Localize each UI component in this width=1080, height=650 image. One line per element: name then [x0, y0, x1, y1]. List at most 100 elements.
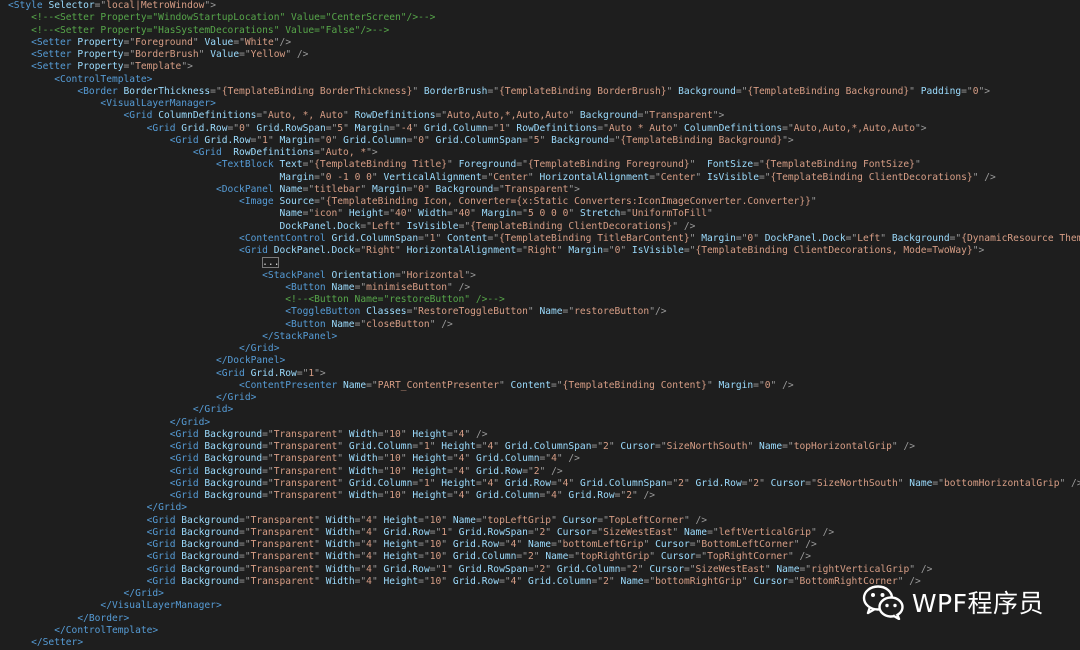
code-line[interactable]: ... [8, 257, 1080, 269]
xml-punctuation: =" [256, 110, 268, 122]
xml-attribute: Margin [568, 245, 604, 256]
code-line[interactable]: <Grid Background="Transparent" Grid.Colu… [8, 478, 1080, 490]
xml-punctuation: =" [516, 208, 528, 220]
xml-attribute: Grid.Column [475, 490, 540, 501]
xml-punctuation: " /> [285, 49, 309, 60]
code-line[interactable]: </DockPanel> [8, 355, 1080, 367]
code-line[interactable]: <VisualLayerManager> [8, 98, 1080, 110]
code-line[interactable]: <StackPanel Orientation="Horizontal"> [8, 270, 1080, 282]
code-line[interactable]: <Button Name="minimiseButton" /> [8, 282, 1080, 294]
xml-punctuation: " /> [972, 171, 996, 183]
code-line[interactable]: <Grid Background="Transparent" Width="4"… [8, 527, 1080, 539]
code-line[interactable]: <ControlTemplate> [8, 74, 1080, 86]
code-line[interactable]: </Grid> [8, 404, 1080, 416]
xml-attribute: Margin [279, 171, 315, 183]
code-line[interactable]: <!--<Setter Property="WindowStartupLocat… [8, 12, 1080, 24]
code-line[interactable]: <Grid Background="Transparent" Width="4"… [8, 539, 1080, 551]
xml-punctuation: =" [516, 245, 528, 256]
xml-value: Transparent [273, 465, 338, 477]
code-line[interactable]: <Grid Background="Transparent" Width="4"… [8, 564, 1080, 576]
xml-punctuation: =" [591, 441, 604, 452]
code-line[interactable]: </StackPanel> [8, 331, 1080, 343]
xml-value: SizeNorthSouth [816, 477, 898, 489]
code-line[interactable]: <Grid Background="Transparent" Width="10… [8, 453, 1080, 465]
xml-attribute: Cursor [770, 477, 806, 489]
xml-attribute: Orientation [331, 269, 396, 281]
xml-punctuation: " [608, 575, 621, 587]
xml-attribute: Background [678, 85, 736, 97]
xml-value: titlebar [314, 183, 361, 195]
code-line[interactable]: <Grid Background="Transparent" Width="10… [8, 466, 1080, 478]
code-line[interactable]: <Border BorderThickness="{TemplateBindin… [8, 86, 1080, 98]
xml-punctuation: " /> [811, 526, 835, 538]
code-view[interactable]: <Style Selector="local|MetroWindow"> <!-… [8, 0, 1080, 649]
xml-tag: <Button [285, 318, 332, 330]
code-line[interactable]: <ContentControl Grid.ColumnSpan="1" Cont… [8, 233, 1080, 245]
xml-value: Transparent [649, 110, 713, 122]
code-line[interactable]: <!--<Setter Property="HasSystemDecoratio… [8, 25, 1080, 37]
code-line[interactable]: <!--<Button Name="restoreButton" />--> [8, 294, 1080, 306]
code-line[interactable]: <Grid Background="Transparent" Grid.Colu… [8, 441, 1080, 453]
xml-tag: <Grid [169, 453, 205, 465]
xml-value: local|MetroWindow [106, 0, 205, 11]
xml-punctuation: " [371, 551, 384, 563]
xml-attribute: BorderBrush [423, 85, 488, 97]
code-line[interactable]: <Setter Property="BorderBrush" Value="Ye… [8, 49, 1080, 61]
code-line[interactable]: <Style Selector="local|MetroWindow"> [8, 0, 1080, 12]
code-line[interactable]: <Grid Background="Transparent" Width="4"… [8, 515, 1080, 527]
code-line[interactable]: <Grid Background="Transparent" Width="10… [8, 490, 1080, 502]
code-line[interactable]: <Grid DockPanel.Dock="Right" HorizontalA… [8, 245, 1080, 257]
xml-tag: <Border [77, 85, 124, 97]
code-line[interactable]: <Grid Grid.Row="0" Grid.RowSpan="5" Marg… [8, 123, 1080, 135]
code-line[interactable]: <ContentPresenter Name="PART_ContentPres… [8, 380, 1080, 392]
code-line[interactable]: <Image Source="{TemplateBinding Icon, Co… [8, 196, 1080, 208]
code-line[interactable]: Margin="0 -1 0 0" VerticalAlignment="Cen… [8, 172, 1080, 184]
xml-punctuation: " [608, 441, 621, 452]
xml-punctuation: "> [181, 61, 193, 73]
xml-punctuation: " /> [787, 551, 812, 563]
xml-tag: <Grid [169, 477, 205, 489]
code-line[interactable]: </ControlTemplate> [8, 625, 1080, 637]
code-line[interactable]: </Grid> [8, 392, 1080, 404]
code-line[interactable]: </Setter> [8, 637, 1080, 649]
code-line[interactable]: <Setter Property="Template"> [8, 61, 1080, 73]
xml-punctuation: =" [383, 208, 396, 220]
code-line[interactable]: <TextBlock Text="{TemplateBinding Title}… [8, 159, 1080, 171]
code-line[interactable]: <DockPanel Name="titlebar" Margin="0" Ba… [8, 184, 1080, 196]
xml-value: RestoreToggleButton [418, 306, 528, 318]
code-line[interactable]: <Setter Property="Foreground" Value="Whi… [8, 37, 1080, 49]
xml-punctuation: =" [758, 171, 771, 183]
xml-punctuation: =" [239, 539, 251, 550]
xml-value: Yellow [250, 49, 286, 60]
xml-punctuation: " [267, 134, 280, 146]
code-line[interactable]: <Grid Grid.Row="1"> [8, 368, 1080, 380]
code-line[interactable]: <ToggleButton Classes="RestoreToggleButt… [8, 306, 1080, 318]
xml-value: 10 [389, 453, 401, 465]
code-editor[interactable]: <Style Selector="local|MetroWindow"> <!-… [0, 0, 1080, 650]
code-line[interactable]: <Grid Background="Transparent" Width="4"… [8, 551, 1080, 563]
code-line[interactable]: <Button Name="closeButton" /> [8, 319, 1080, 331]
code-line[interactable]: <Grid RowDefinitions="Auto, *"> [8, 147, 1080, 159]
xml-attribute: Text [279, 159, 303, 171]
xml-punctuation: " [551, 514, 563, 526]
xml-tag: </Grid> [169, 416, 211, 428]
xml-value: Transparent [273, 453, 338, 465]
code-line[interactable]: <Grid ColumnDefinitions="Auto, *, Auto" … [8, 110, 1080, 122]
xml-value: Auto,Auto,*,Auto,Auto [793, 122, 916, 134]
code-line[interactable]: DockPanel.Dock="Left" IsVisible="{Templa… [8, 221, 1080, 233]
collapsed-region-marker[interactable]: ... [262, 257, 280, 269]
code-line[interactable]: </Grid> [8, 417, 1080, 429]
code-line[interactable]: </Grid> [8, 502, 1080, 514]
code-line[interactable]: </Grid> [8, 343, 1080, 355]
code-line[interactable]: <Grid Grid.Row="1" Margin="0" Grid.Colum… [8, 135, 1080, 147]
xml-attribute: Background [204, 428, 263, 440]
xml-tag: <Grid [146, 563, 182, 575]
code-line[interactable]: Name="icon" Height="40" Width="40" Margi… [8, 208, 1080, 220]
xml-value: 10 [389, 490, 401, 501]
xml-attribute: Background [204, 441, 263, 452]
xml-punctuation: " [666, 85, 679, 97]
xml-attribute: Content [447, 232, 488, 244]
code-line[interactable]: <Grid Background="Transparent" Width="10… [8, 429, 1080, 441]
xml-value: Auto, * [325, 147, 367, 158]
